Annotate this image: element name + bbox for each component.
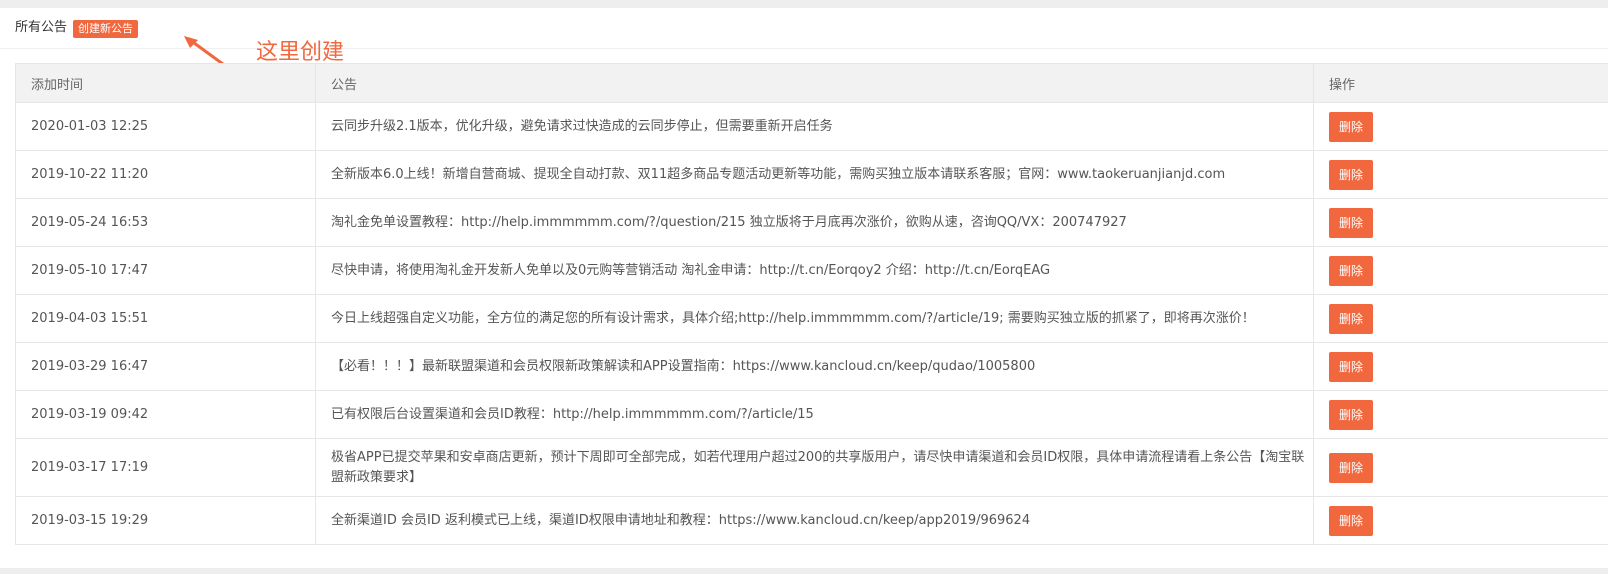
delete-button[interactable]: 删除 [1329,159,1374,190]
table-row: 2019-03-29 16:47 【必看！！！】最新联盟渠道和会员权限新政策解读… [15,342,1608,391]
table-row: 2019-03-15 19:29 全新渠道ID 会员ID 返利模式已上线，渠道I… [15,496,1608,545]
page-title: 所有公告 [15,20,68,35]
row-action-cell: 删除 [1313,102,1608,151]
row-time: 2019-03-15 19:29 [15,496,316,545]
row-notice: 极省APP已提交苹果和安卓商店更新，预计下周即可全部完成，如若代理用户超过200… [315,438,1314,497]
delete-button[interactable]: 删除 [1329,303,1374,334]
table-row: 2019-10-22 11:20 全新版本6.0上线！新增自营商城、提现全自动打… [15,150,1608,199]
row-time: 2019-03-19 09:42 [15,390,316,439]
row-notice: 全新版本6.0上线！新增自营商城、提现全自动打款、双11超多商品专题活动更新等功… [315,150,1314,199]
delete-button[interactable]: 删除 [1329,399,1374,430]
row-time: 2019-04-03 15:51 [15,294,316,343]
row-action-cell: 删除 [1313,342,1608,391]
table-row: 2019-03-17 17:19 极省APP已提交苹果和安卓商店更新，预计下周即… [15,438,1608,497]
column-header-action: 操作 [1313,63,1608,103]
delete-button[interactable]: 删除 [1329,207,1374,238]
row-notice: 淘礼金免单设置教程：http://help.immmmmm.com/?/ques… [315,198,1314,247]
row-time: 2019-05-10 17:47 [15,246,316,295]
row-time: 2019-10-22 11:20 [15,150,316,199]
table-row: 2019-05-10 17:47 尽快申请，将使用淘礼金开发新人免单以及0元购等… [15,246,1608,295]
row-action-cell: 删除 [1313,390,1608,439]
row-time: 2019-03-29 16:47 [15,342,316,391]
table-row: 2019-03-19 09:42 已有权限后台设置渠道和会员ID教程：http:… [15,390,1608,439]
delete-button[interactable]: 删除 [1329,452,1374,483]
row-notice: 尽快申请，将使用淘礼金开发新人免单以及0元购等营销活动 淘礼金申请：http:/… [315,246,1314,295]
delete-button[interactable]: 删除 [1329,111,1374,142]
announcement-table: 添加时间 公告 操作 2020-01-03 12:25 云同步升级2.1版本，优… [15,63,1608,545]
table-header-row: 添加时间 公告 操作 [15,63,1608,103]
row-notice: 全新渠道ID 会员ID 返利模式已上线，渠道ID权限申请地址和教程：https:… [315,496,1314,545]
row-action-cell: 删除 [1313,150,1608,199]
table-row: 2019-04-03 15:51 今日上线超强自定义功能，全方位的满足您的所有设… [15,294,1608,343]
column-header-time: 添加时间 [15,63,316,103]
row-time: 2019-05-24 16:53 [15,198,316,247]
row-time: 2020-01-03 12:25 [15,102,316,151]
row-notice: 已有权限后台设置渠道和会员ID教程：http://help.immmmmm.co… [315,390,1314,439]
row-notice: 【必看！！！】最新联盟渠道和会员权限新政策解读和APP设置指南：https://… [315,342,1314,391]
panel-header: 所有公告 创建新公告 [0,8,1608,49]
create-announcement-button[interactable]: 创建新公告 [73,20,138,38]
table-row: 2019-05-24 16:53 淘礼金免单设置教程：http://help.i… [15,198,1608,247]
table-row: 2020-01-03 12:25 云同步升级2.1版本，优化升级，避免请求过快造… [15,102,1608,151]
row-notice: 云同步升级2.1版本，优化升级，避免请求过快造成的云同步停止，但需要重新开启任务 [315,102,1314,151]
announcement-panel: 所有公告 创建新公告 这里创建 添加时间 公告 操作 2020-01-03 12… [0,8,1608,568]
column-header-notice: 公告 [315,63,1314,103]
row-notice: 今日上线超强自定义功能，全方位的满足您的所有设计需求，具体介绍;http://h… [315,294,1314,343]
row-action-cell: 删除 [1313,198,1608,247]
row-action-cell: 删除 [1313,438,1608,497]
row-action-cell: 删除 [1313,294,1608,343]
row-time: 2019-03-17 17:19 [15,438,316,497]
row-action-cell: 删除 [1313,496,1608,545]
delete-button[interactable]: 删除 [1329,351,1374,382]
row-action-cell: 删除 [1313,246,1608,295]
delete-button[interactable]: 删除 [1329,505,1374,536]
delete-button[interactable]: 删除 [1329,255,1374,286]
